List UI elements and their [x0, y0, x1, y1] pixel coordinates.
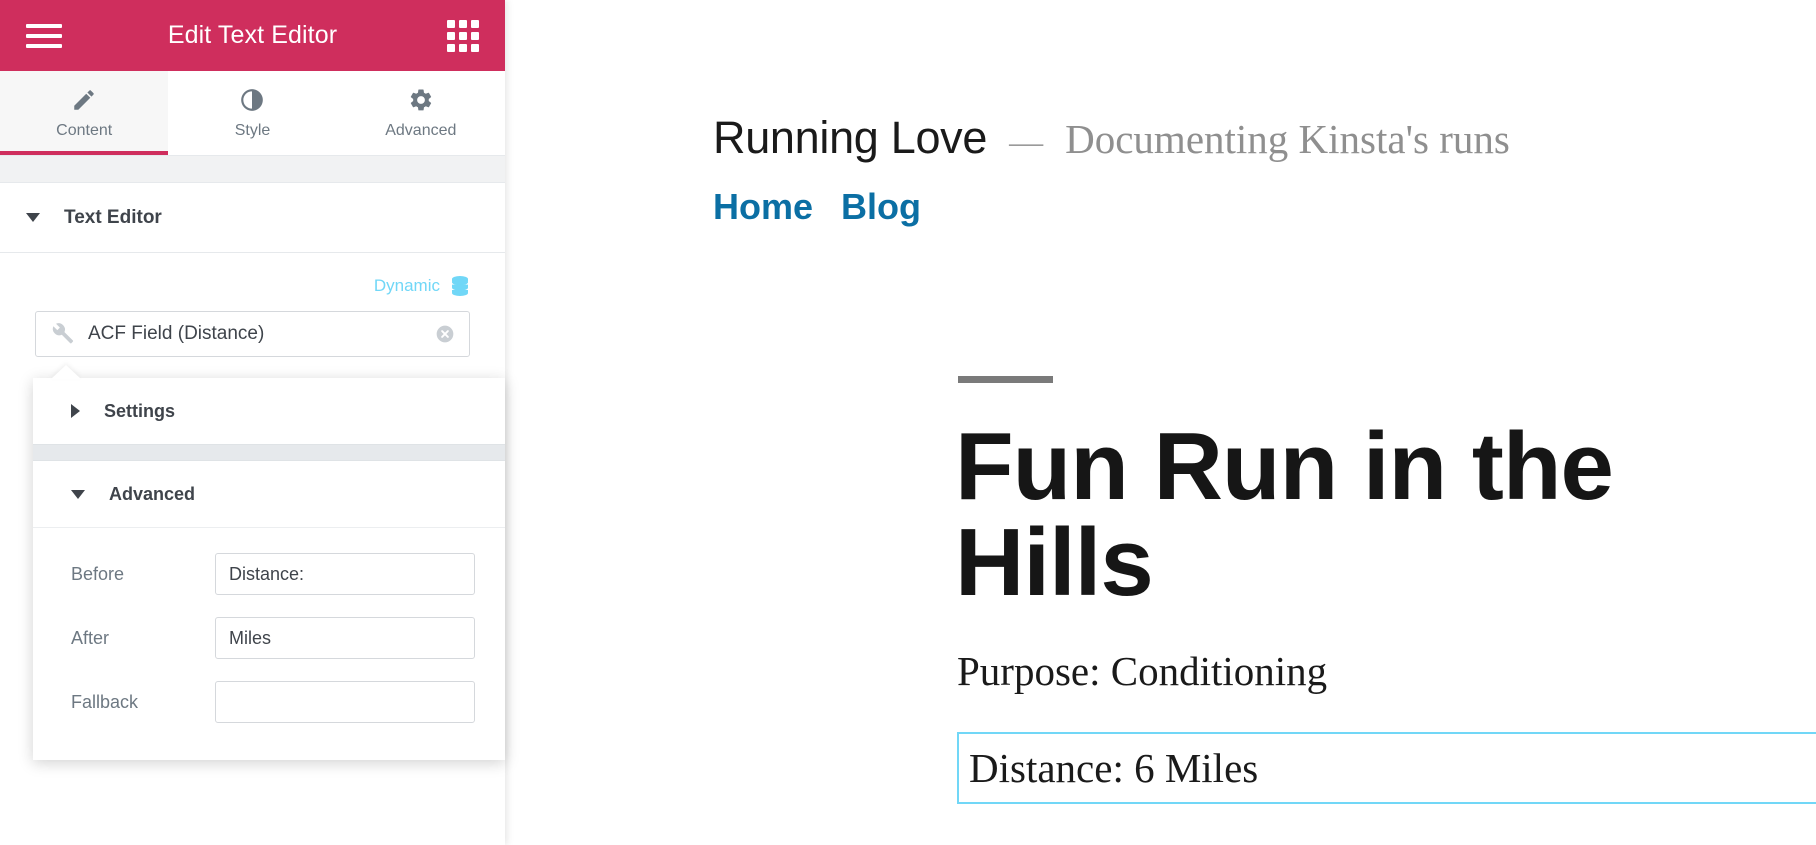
page-preview: Running Love — Documenting Kinsta's runs… [505, 0, 1816, 845]
nav-link-home[interactable]: Home [713, 186, 813, 228]
dynamic-tag-popup: Settings Advanced Before After Fallback [33, 378, 505, 760]
elementor-panel: Edit Text Editor Content Style Advanced … [0, 0, 505, 845]
tab-advanced[interactable]: Advanced [336, 71, 505, 155]
after-label: After [71, 627, 110, 648]
dynamic-toggle-row: Dynamic [35, 269, 470, 311]
screen-root: Edit Text Editor Content Style Advanced … [0, 0, 1816, 845]
tab-content[interactable]: Content [0, 71, 169, 155]
hamburger-icon[interactable] [26, 23, 62, 48]
popup-section-settings[interactable]: Settings [33, 378, 505, 444]
panel-section-spacer [0, 156, 505, 183]
section-header-text-editor[interactable]: Text Editor [0, 183, 505, 253]
popup-advanced-label: Advanced [109, 483, 196, 504]
site-dash: — [1009, 124, 1044, 161]
tab-content-label: Content [56, 121, 113, 139]
tab-advanced-label: Advanced [385, 121, 457, 139]
pencil-icon [71, 87, 97, 113]
tab-style-label: Style [234, 121, 271, 139]
panel-header: Edit Text Editor [0, 0, 505, 71]
chevron-down-icon [26, 213, 40, 222]
popup-advanced-body: Before After Fallback [33, 527, 505, 760]
grid-icon[interactable] [447, 19, 479, 52]
dynamic-tag-field[interactable]: ACF Field (Distance) [35, 311, 470, 357]
fallback-input[interactable] [215, 681, 475, 723]
nav-link-blog[interactable]: Blog [841, 186, 921, 228]
panel-tabs: Content Style Advanced [0, 71, 505, 156]
wrench-icon[interactable] [52, 323, 74, 345]
post-area: Fun Run in the Hills Purpose: Conditioni… [505, 376, 1816, 804]
post-meta: Purpose: Conditioning [957, 648, 1328, 694]
site-header: Running Love — Documenting Kinsta's runs… [505, 0, 1816, 228]
chevron-down-icon [71, 489, 85, 499]
tab-style[interactable]: Style [168, 71, 337, 155]
field-row-after: After [71, 606, 475, 670]
field-row-fallback: Fallback [71, 670, 475, 734]
before-label: Before [71, 563, 125, 584]
selected-widget-text-editor[interactable]: Distance: 6 Miles [957, 732, 1816, 804]
dynamic-tag-value: ACF Field (Distance) [88, 323, 265, 344]
site-nav: Home Blog [713, 186, 1816, 228]
control-area: Dynamic ACF Field (Distance) [0, 253, 505, 357]
page-title: Edit Text Editor [167, 21, 338, 49]
after-input[interactable] [215, 617, 475, 659]
section-title: Text Editor [64, 206, 162, 228]
widget-text: Distance: 6 Miles [969, 745, 1259, 791]
site-branding: Running Love — Documenting Kinsta's runs [713, 112, 1816, 164]
site-title[interactable]: Running Love [713, 112, 987, 164]
field-row-before: Before [71, 542, 475, 606]
popup-divider [33, 444, 505, 461]
before-input[interactable] [215, 553, 475, 595]
database-stack-icon[interactable] [450, 275, 470, 297]
close-circle-icon[interactable] [435, 324, 455, 344]
contrast-icon [239, 87, 265, 113]
fallback-label: Fallback [71, 691, 139, 712]
chevron-right-icon [71, 404, 80, 418]
popup-settings-label: Settings [104, 400, 176, 421]
dynamic-label[interactable]: Dynamic [374, 276, 440, 296]
popup-section-advanced[interactable]: Advanced [33, 461, 505, 527]
post-title: Fun Run in the Hills [955, 413, 1614, 616]
gear-icon [408, 87, 434, 113]
post-divider [958, 376, 1053, 383]
site-tagline: Documenting Kinsta's runs [1065, 116, 1510, 162]
